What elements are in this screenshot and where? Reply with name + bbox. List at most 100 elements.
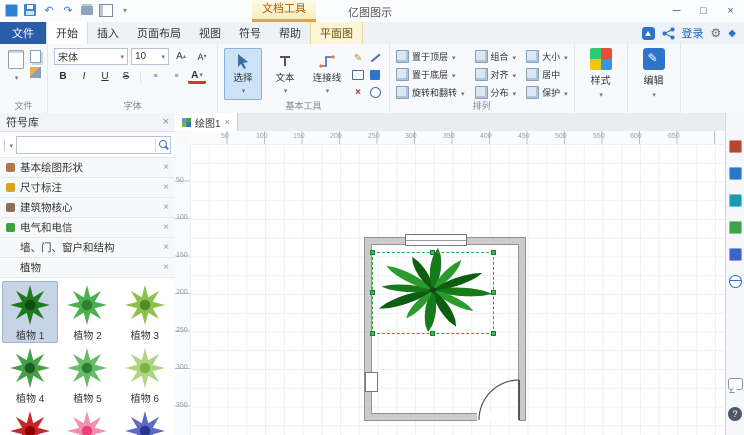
close-library-icon[interactable]: × [163, 242, 169, 253]
edit-button[interactable]: 编辑 [634, 48, 674, 100]
center-button[interactable]: 居中 [526, 68, 568, 81]
plant-item-3[interactable]: 植物 3 [117, 281, 173, 343]
copy-icon[interactable] [30, 50, 41, 63]
shape-tool-icon[interactable] [350, 67, 366, 83]
selection-handle[interactable] [491, 290, 496, 295]
symbols-panel-icon[interactable] [728, 140, 742, 153]
library-selector-icon[interactable] [4, 138, 6, 151]
library-section-building-core[interactable]: 建筑物核心 × [0, 198, 175, 218]
paste-button[interactable] [6, 48, 26, 85]
door-shape[interactable] [475, 372, 525, 422]
minimize-button[interactable]: ─ [663, 0, 690, 21]
selection-handle[interactable] [370, 290, 375, 295]
library-section-plants[interactable]: 植物 × [0, 258, 175, 278]
format-painter-icon[interactable] [30, 67, 41, 78]
paste-dropdown-icon[interactable] [14, 71, 19, 83]
style-button[interactable]: 样式 [581, 48, 621, 100]
plant-item-1[interactable]: 植物 1 [2, 281, 59, 343]
plant-item-2[interactable]: 植物 2 [59, 281, 115, 343]
bold-button[interactable]: B [54, 69, 72, 84]
share-icon[interactable] [662, 27, 675, 40]
drawing-tools-panel-icon[interactable] [728, 194, 742, 207]
wall-fixture-shape[interactable] [365, 372, 378, 392]
rotate-flip-button[interactable]: 旋转和翻转 [396, 86, 465, 99]
qat-dropdown-icon[interactable] [118, 3, 132, 17]
selection-handle[interactable] [370, 250, 375, 255]
close-tab-icon[interactable]: × [225, 117, 230, 127]
panels-button[interactable] [99, 3, 113, 17]
comment-icon[interactable] [728, 378, 743, 390]
symbol-search-input[interactable] [17, 138, 155, 151]
selection-handle[interactable] [430, 250, 435, 255]
plant-item-7[interactable] [2, 407, 58, 435]
web-panel-icon[interactable] [728, 275, 742, 288]
library-section-basic-shapes[interactable]: 基本绘图形状 × [0, 158, 175, 178]
distribute-button[interactable]: 分布 [474, 86, 517, 99]
decrease-font-icon[interactable] [193, 49, 211, 64]
close-button[interactable]: × [717, 0, 744, 21]
tab-floorplan[interactable]: 平面图 [310, 22, 363, 44]
help-icon[interactable] [728, 407, 742, 421]
strikethrough-button[interactable]: S [117, 69, 135, 84]
tab-insert[interactable]: 插入 [88, 22, 128, 44]
print-button[interactable] [80, 3, 94, 17]
clipart-panel-icon[interactable] [728, 167, 742, 180]
window-shape[interactable] [405, 234, 467, 246]
underline-button[interactable]: U [96, 69, 114, 84]
tab-help[interactable]: 帮助 [270, 22, 310, 44]
library-section-walls-doors[interactable]: 墙、门、窗户和结构 × [0, 238, 175, 258]
close-library-icon[interactable]: × [163, 162, 169, 173]
drawing-surface[interactable] [190, 144, 726, 435]
login-button[interactable]: 登录 [682, 25, 704, 41]
close-library-icon[interactable]: × [163, 182, 169, 193]
connector-tool-button[interactable]: 连接线 [308, 48, 346, 100]
tab-file[interactable]: 文件 [0, 22, 46, 44]
plant-item-4[interactable]: 植物 4 [2, 344, 58, 406]
plant-item-6[interactable]: 植物 6 [117, 344, 173, 406]
chevron-down-icon[interactable] [8, 139, 13, 151]
align-button[interactable]: 对齐 [474, 68, 517, 81]
settings-gear-icon[interactable] [711, 26, 722, 40]
send-to-back-button[interactable]: 置于底层 [396, 68, 465, 81]
tab-symbols[interactable]: 符号 [230, 22, 270, 44]
font-name-select[interactable]: 宋体 [54, 48, 128, 65]
group-button[interactable]: 组合 [474, 50, 517, 63]
line-tool-icon[interactable] [367, 50, 383, 66]
close-library-icon[interactable]: × [163, 222, 169, 233]
snap-icon[interactable] [367, 84, 383, 100]
selection-box[interactable] [370, 250, 496, 336]
tab-home[interactable]: 开始 [46, 22, 88, 44]
library-section-electrical[interactable]: 电气和电信 × [0, 218, 175, 238]
select-tool-button[interactable]: 选择 [224, 48, 262, 100]
fill-style-panel-icon[interactable] [728, 221, 742, 234]
close-library-icon[interactable]: × [163, 202, 169, 213]
bring-to-front-button[interactable]: 置于顶层 [396, 50, 465, 63]
plant-item-9[interactable] [117, 407, 173, 435]
maximize-button[interactable]: □ [690, 0, 717, 21]
close-panel-icon[interactable]: × [163, 116, 169, 128]
context-tab-header[interactable]: 文档工具 [252, 0, 316, 22]
selection-handle[interactable] [430, 331, 435, 336]
selection-handle[interactable] [491, 331, 496, 336]
redo-icon[interactable] [61, 3, 75, 17]
selection-handle[interactable] [370, 331, 375, 336]
selection-handle[interactable] [491, 250, 496, 255]
library-section-dimensioning[interactable]: 尺寸标注 × [0, 178, 175, 198]
format-panel-icon[interactable] [728, 248, 742, 261]
align-text-icon[interactable] [146, 69, 164, 84]
font-color-icon[interactable]: A [188, 69, 206, 84]
text-tool-button[interactable]: 文本 [266, 48, 304, 100]
italic-button[interactable]: I [75, 69, 93, 84]
increase-font-icon[interactable] [172, 49, 190, 64]
fill-color-icon[interactable] [367, 67, 383, 83]
publish-icon[interactable] [641, 26, 655, 40]
list-icon[interactable] [167, 69, 185, 84]
close-library-icon[interactable]: × [163, 262, 169, 273]
search-icon[interactable] [156, 138, 170, 152]
font-size-select[interactable]: 10 [131, 48, 169, 65]
plant-item-5[interactable]: 植物 5 [59, 344, 115, 406]
document-tab[interactable]: 绘图1 × [175, 113, 238, 131]
plant-item-8[interactable] [59, 407, 115, 435]
size-button[interactable]: 大小 [526, 50, 568, 63]
premium-icon[interactable] [728, 28, 736, 39]
